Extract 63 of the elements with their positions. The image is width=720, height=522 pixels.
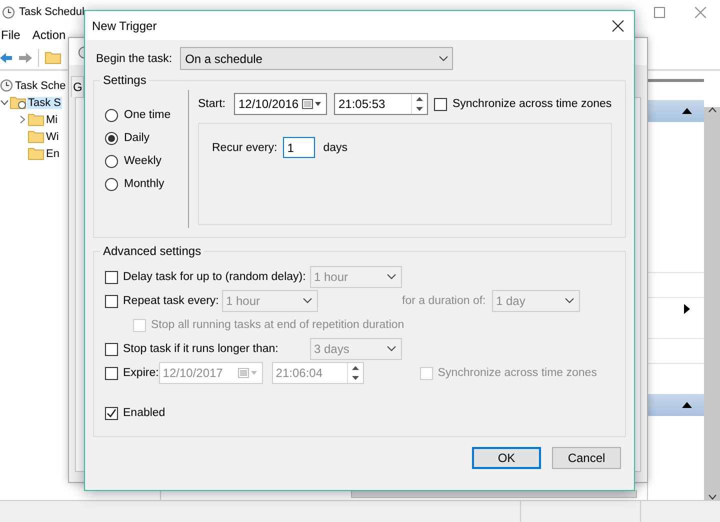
field-label: Start: [198, 98, 226, 110]
unit-label: days [323, 142, 348, 154]
cancel-button[interactable]: Cancel [552, 447, 621, 469]
tree-item[interactable]: Task Sche [14, 80, 67, 92]
folder-icon [28, 130, 44, 143]
group-title: Advanced settings [102, 244, 202, 258]
window-title: Task Schedul [19, 6, 84, 18]
tree-item[interactable]: En [45, 148, 60, 160]
ok-button[interactable]: OK [472, 447, 541, 469]
chevron-icon [387, 346, 396, 352]
field-label: Recur every: [212, 142, 278, 154]
menu-item[interactable]: Action [31, 28, 67, 42]
tab[interactable]: G [71, 76, 84, 97]
option-label[interactable]: Monthly [124, 178, 164, 190]
checkmark-icon [106, 408, 117, 418]
checkbox[interactable]: Expire: [105, 366, 159, 380]
collapse-icon [682, 402, 692, 408]
begin-dropdown[interactable]: On a schedule [180, 47, 454, 70]
option-label[interactable]: Weekly [124, 155, 162, 167]
maximize-icon [654, 6, 665, 18]
folder-icon [28, 113, 44, 126]
dialog-title: New Trigger [92, 18, 157, 32]
option-label[interactable]: Daily [124, 132, 150, 144]
calendar-icon [238, 368, 258, 378]
checkbox[interactable]: Delay task for up to (random delay): [105, 270, 310, 284]
checkbox[interactable]: Repeat task every: [105, 294, 222, 308]
radio-button[interactable] [105, 154, 118, 168]
chevron-icon [565, 298, 574, 304]
scroll-down-icon [708, 494, 716, 500]
option-label[interactable]: One time [124, 109, 171, 121]
radio-button[interactable] [105, 108, 118, 122]
radio-button[interactable] [105, 178, 118, 190]
vertical-scrollbar[interactable] [704, 107, 720, 500]
forward-arrow-icon [18, 52, 32, 64]
checkbox[interactable]: Stop task if it runs longer than: [105, 342, 310, 356]
back-arrow-icon [0, 52, 12, 64]
time-spinner[interactable]: 21:05:53 [334, 93, 428, 115]
close-icon [695, 6, 706, 18]
section-header[interactable] [648, 100, 704, 122]
chevron-icon [303, 298, 312, 304]
folder-clock-icon [10, 96, 26, 109]
field-label: Begin the task: [96, 52, 172, 64]
submenu-arrow-icon [684, 304, 690, 314]
folder-icon [45, 51, 61, 64]
scroll-up-icon [708, 107, 716, 113]
close-icon [612, 20, 624, 32]
chevron-icon [439, 56, 448, 62]
date-picker[interactable]: 12/10/2016 [234, 93, 328, 115]
chevron-icon [387, 274, 396, 280]
radio-button[interactable] [105, 132, 118, 144]
number-field[interactable]: 1 [283, 137, 316, 158]
section-header[interactable] [648, 394, 704, 416]
field-label: for a duration of: [402, 295, 487, 307]
collapse-icon [682, 108, 692, 114]
checkbox[interactable]: Synchronize across time zones [434, 98, 612, 110]
calendar-icon [302, 99, 322, 109]
tree-item[interactable]: Mi [45, 114, 59, 126]
folder-icon [28, 147, 44, 160]
checkbox[interactable]: Enabled [105, 406, 166, 420]
menu-item[interactable]: File [0, 28, 22, 42]
tree-item[interactable]: Task S [27, 96, 62, 108]
tree-item[interactable]: Wi [45, 130, 60, 142]
group-title: Settings [102, 73, 148, 87]
